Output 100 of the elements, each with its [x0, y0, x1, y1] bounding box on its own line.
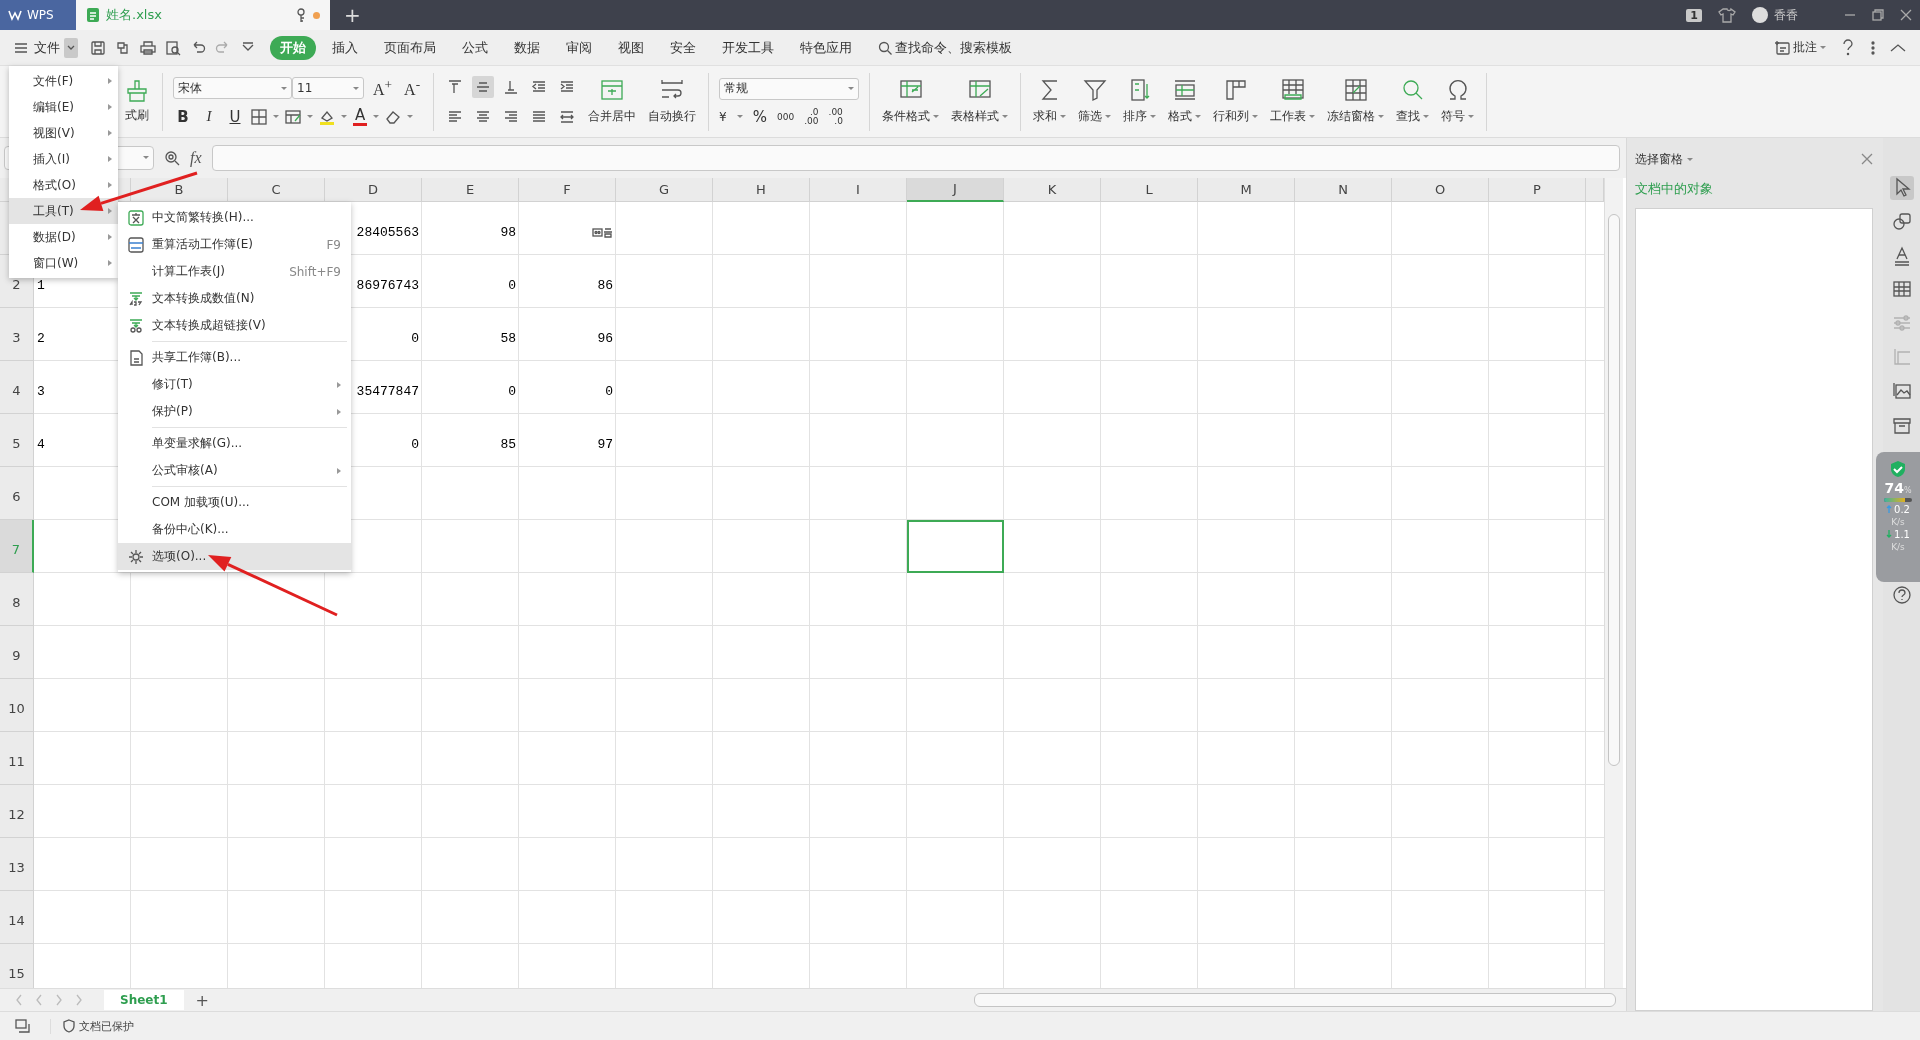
- new-tab-button[interactable]: +: [330, 0, 375, 30]
- caret-icon[interactable]: [1150, 115, 1157, 118]
- caret-icon[interactable]: [848, 87, 855, 90]
- column-header[interactable]: N: [1295, 177, 1392, 202]
- ribbon-tab[interactable]: 开发工具: [712, 35, 784, 60]
- menu-item[interactable]: 格式(O): [9, 172, 118, 198]
- italic-button[interactable]: I: [199, 108, 219, 126]
- caret-icon[interactable]: [353, 87, 359, 90]
- caret-icon[interactable]: [1820, 46, 1826, 49]
- ribbon-tool-button[interactable]: 符号: [1435, 78, 1481, 125]
- caret-icon[interactable]: [1105, 115, 1112, 118]
- column-header[interactable]: D: [325, 177, 422, 202]
- column-header[interactable]: F: [519, 177, 616, 202]
- row-header[interactable]: 12: [0, 784, 34, 838]
- caret-icon[interactable]: [1687, 157, 1693, 161]
- ribbon-tool-button[interactable]: 查找: [1390, 78, 1436, 125]
- side-tool-button[interactable]: [1889, 176, 1914, 200]
- shrink-font-button[interactable]: A$^{-}$: [401, 77, 424, 100]
- ribbon-tab[interactable]: 特色应用: [790, 35, 862, 60]
- add-sheet-button[interactable]: +: [195, 990, 209, 1010]
- caret-icon[interactable]: [736, 115, 743, 118]
- menu-item[interactable]: 文本转换成数值(N): [118, 285, 351, 312]
- ribbon-tool-button[interactable]: 行和列: [1207, 78, 1265, 125]
- column-header[interactable]: H: [713, 177, 810, 202]
- caret-icon[interactable]: [1252, 115, 1259, 118]
- column-header[interactable]: K: [1004, 177, 1101, 202]
- row-header[interactable]: 6: [0, 466, 34, 520]
- menu-item[interactable]: 选项(O)...: [118, 543, 351, 570]
- menu-item[interactable]: 修订(T): [118, 371, 351, 398]
- merge-center-button[interactable]: 合并居中: [582, 78, 643, 125]
- ribbon-tool-button[interactable]: 条件格式: [876, 78, 946, 125]
- help-icon[interactable]: [1840, 39, 1856, 56]
- menu-item[interactable]: 文件(F): [9, 68, 118, 94]
- command-search-field[interactable]: 查找命令、搜索模板: [878, 40, 1045, 55]
- bold-button[interactable]: B: [173, 107, 193, 126]
- close-icon[interactable]: [1900, 9, 1912, 21]
- menu-item[interactable]: 重算活动工作簿(E) F9: [118, 231, 351, 258]
- row-header[interactable]: 10: [0, 678, 34, 732]
- decrease-decimal-button[interactable]: .00 .0: [828, 107, 843, 126]
- menu-item[interactable]: 单变量求解(G)...: [118, 430, 351, 457]
- menu-item[interactable]: 工具(T): [9, 198, 118, 224]
- font-color-button[interactable]: A: [353, 107, 368, 126]
- column-header[interactable]: G: [616, 177, 713, 202]
- menu-item[interactable]: 编辑(E): [9, 94, 118, 120]
- menu-item[interactable]: 计算工作表(J) Shift+F9: [118, 258, 351, 285]
- app-tab[interactable]: WPS: [0, 0, 76, 30]
- user-name[interactable]: 香香: [1774, 6, 1798, 24]
- zoom-icon[interactable]: [164, 149, 180, 166]
- ribbon-tab[interactable]: 视图: [608, 35, 654, 60]
- row-header[interactable]: 15: [0, 943, 34, 989]
- close-icon[interactable]: [1861, 153, 1873, 165]
- row-header[interactable]: 9: [0, 625, 34, 679]
- caret-icon[interactable]: [1468, 115, 1475, 118]
- row-header[interactable]: 4: [0, 360, 34, 414]
- column-header[interactable]: O: [1392, 177, 1489, 202]
- caret-icon[interactable]: [1195, 115, 1202, 118]
- menu-item[interactable]: 共享工作簿(B)...: [118, 344, 351, 371]
- column-header[interactable]: J: [907, 177, 1004, 202]
- column-header[interactable]: P: [1489, 177, 1586, 202]
- ribbon-tool-button[interactable]: 筛选: [1072, 78, 1118, 125]
- protection-status[interactable]: 文档已保护: [50, 1018, 134, 1034]
- menu-item[interactable]: 文本转换成超链接(V): [118, 312, 351, 339]
- borders-icon[interactable]: [251, 108, 267, 125]
- caret-icon[interactable]: [341, 115, 347, 119]
- row-header[interactable]: 3: [0, 307, 34, 361]
- row-header[interactable]: 13: [0, 837, 34, 891]
- caret-icon[interactable]: [1002, 115, 1009, 118]
- currency-button[interactable]: ¥: [719, 109, 727, 124]
- row-header[interactable]: 11: [0, 731, 34, 785]
- formula-field[interactable]: [211, 144, 1620, 171]
- ribbon-tab[interactable]: 数据: [504, 35, 550, 60]
- grow-font-button[interactable]: A$^{+}$: [370, 77, 396, 100]
- caret-icon[interactable]: [1060, 115, 1067, 118]
- ribbon-tool-button[interactable]: 求和: [1027, 78, 1073, 125]
- page-count-badge[interactable]: 1: [1686, 8, 1702, 22]
- caret-icon[interactable]: [1423, 115, 1430, 118]
- ribbon-tab[interactable]: 安全: [660, 35, 706, 60]
- comment-button[interactable]: 批注: [1774, 39, 1826, 56]
- menu-item[interactable]: 数据(D): [9, 224, 118, 250]
- number-format-select[interactable]: 常规: [719, 77, 860, 100]
- ribbon-tool-button[interactable]: 格式: [1162, 78, 1208, 125]
- collapse-icon[interactable]: [1890, 42, 1906, 53]
- column-header[interactable]: M: [1198, 177, 1295, 202]
- function-button[interactable]: fx: [190, 148, 202, 167]
- format-painter-button[interactable]: 式刷: [118, 79, 156, 124]
- caret-icon[interactable]: [307, 115, 313, 119]
- menu-item[interactable]: COM 加载项(U)...: [118, 489, 351, 516]
- ribbon-tab[interactable]: 页面布局: [374, 35, 446, 60]
- caret-icon[interactable]: [373, 115, 380, 119]
- menu-item[interactable]: 备份中心(K)...: [118, 516, 351, 543]
- user-avatar[interactable]: [1752, 7, 1768, 23]
- percent-button[interactable]: %: [752, 107, 767, 126]
- pane-title[interactable]: 选择窗格: [1635, 150, 1693, 168]
- column-header[interactable]: I: [810, 177, 907, 202]
- print-preview-icon[interactable]: [165, 39, 181, 56]
- underline-button[interactable]: U: [225, 107, 245, 126]
- menu-item[interactable]: 公式审核(A): [118, 457, 351, 484]
- row-header[interactable]: 8: [0, 572, 34, 626]
- ribbon-tool-button[interactable]: 冻结窗格: [1321, 78, 1391, 125]
- column-header[interactable]: C: [228, 177, 325, 202]
